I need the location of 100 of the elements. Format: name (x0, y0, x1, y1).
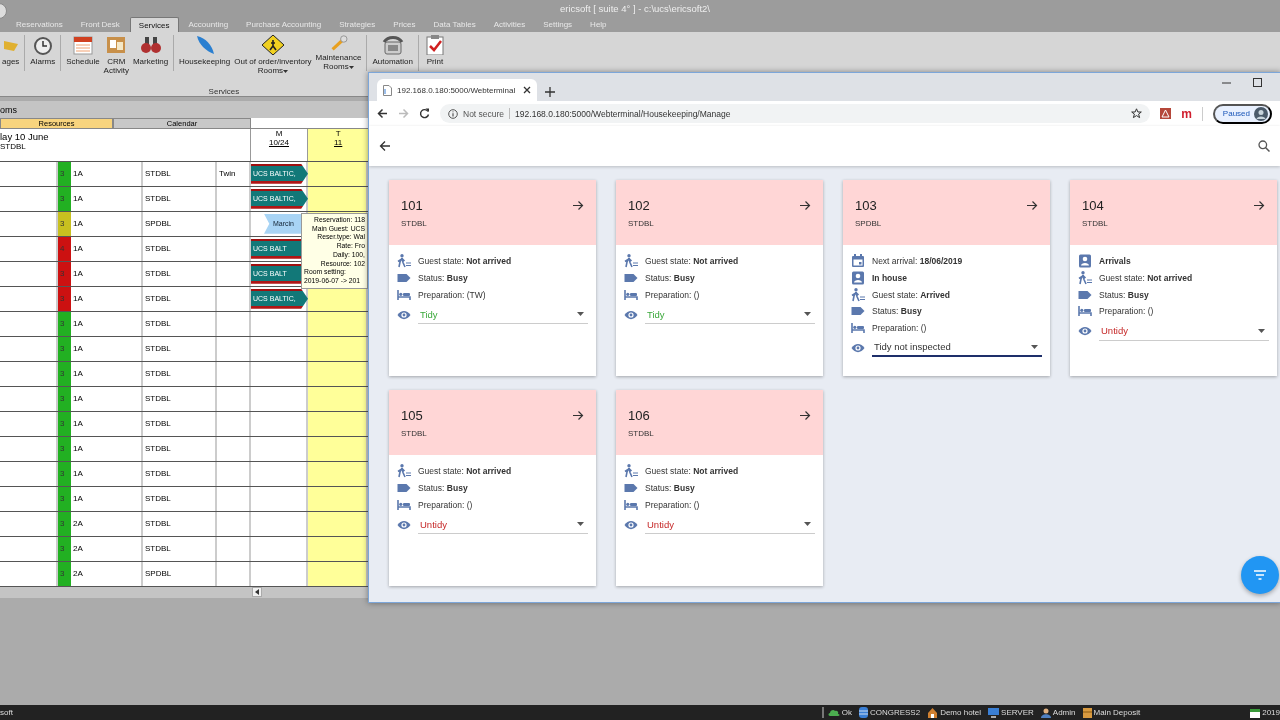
table-cell: 1A (73, 294, 83, 304)
date-heading: lay 10 June (0, 131, 50, 143)
card-text: Arrivals (1099, 256, 1131, 267)
table-cell: STDBL (145, 369, 171, 379)
table-cell: 1A (73, 244, 83, 254)
ribbon-button[interactable]: Automation (370, 35, 419, 71)
table-cell: 2A (73, 519, 83, 529)
date-text: 2019 (1262, 708, 1280, 717)
cleaning-dropdown[interactable]: Untidy (1099, 321, 1269, 341)
window-title: ericsoft [ suite 4° ] - c:\ucs\ericsoft2\ (559, 2, 710, 14)
table-cell: 1A (73, 269, 83, 279)
room-number: 104 (1082, 198, 1104, 213)
ribbon-button[interactable]: Out of order/inventory Rooms (232, 35, 314, 75)
room-number: 106 (628, 408, 650, 423)
table-cell: STDBL (145, 319, 171, 329)
status-item: Admin (1052, 708, 1076, 717)
room-number: 105 (401, 408, 423, 423)
card-text: Guest state: Not arrived (645, 466, 739, 477)
status-cell: 3 (58, 561, 71, 586)
table-cell: 1A (73, 169, 83, 179)
ribbon-button[interactable]: CRM Activity (101, 35, 131, 75)
table-cell: STDBL (145, 544, 171, 554)
table-cell: STDBL (145, 344, 171, 354)
card-text: Guest state: Not arrived (1099, 273, 1193, 284)
status-cell: 3 (58, 436, 71, 461)
status-item: Demo hotel (940, 708, 982, 717)
status-cell: 3 (58, 536, 71, 561)
profile-button[interactable]: Paused (1212, 103, 1272, 124)
room-type: STDBL (401, 429, 428, 438)
ribbon-button[interactable]: Maintenance Rooms (313, 35, 368, 71)
card-text: Guest state: Not arrived (418, 466, 512, 477)
card-text: Status: Busy (418, 483, 468, 494)
card-text: Preparation: () (645, 499, 700, 510)
cleaning-dropdown[interactable]: Untidy (645, 515, 815, 535)
ribbon-tab[interactable]: Services (129, 17, 179, 32)
table-cell: Twin (219, 169, 236, 179)
status-cell: 3 (58, 261, 71, 286)
panel-title: oms (0, 104, 17, 115)
group-label: Services (208, 86, 240, 96)
table-cell: STDBL (145, 419, 171, 429)
status-cell: 3 (58, 336, 71, 361)
ribbon-button[interactable]: Schedule (64, 35, 102, 66)
ribbon-button[interactable]: ages (0, 35, 26, 71)
card-text: In house (872, 273, 907, 284)
card-text: Guest state: Arrived (872, 289, 950, 300)
table-cell: 1A (73, 369, 83, 379)
address-bar[interactable]: Not secure 192.168.0.180:5000/Webterminal/Housekeeping/Manage (440, 104, 1151, 123)
card-text: Preparation: (TW) (418, 289, 486, 300)
table-cell: SPDBL (145, 569, 172, 579)
table-cell: 1A (73, 494, 83, 504)
table-cell: STDBL (145, 294, 171, 304)
room-type: STDBL (401, 219, 428, 228)
room-type-label: STDBL (0, 142, 27, 152)
status-cell: 4 (58, 236, 71, 261)
status-cell: 3 (58, 361, 71, 386)
day-header: T 11 (307, 129, 368, 161)
status-item: Ok (841, 708, 852, 717)
table-cell: 1A (73, 194, 83, 204)
status-cell: 3 (58, 461, 71, 486)
extension-logo[interactable]: m (1181, 107, 1192, 120)
table-cell: 1A (73, 469, 83, 479)
card-text: Preparation: () (418, 499, 473, 510)
ribbon-button[interactable]: Alarms (28, 35, 62, 71)
room-type: STDBL (628, 219, 655, 228)
table-cell: 2A (73, 544, 83, 554)
table-cell: 1A (73, 319, 83, 329)
table-cell: STDBL (145, 519, 171, 529)
status-cell: 3 (58, 161, 71, 186)
ribbon-button[interactable]: Marketing (130, 35, 175, 71)
card-text: Preparation: () (872, 323, 927, 334)
table-cell: STDBL (145, 169, 171, 179)
cleaning-dropdown[interactable]: Tidy (418, 305, 588, 325)
cleaning-dropdown[interactable]: Untidy (418, 515, 588, 535)
ribbon-button[interactable]: Print (421, 35, 448, 66)
status-cell: 3 (58, 311, 71, 336)
card-text: Next arrival: 18/06/2019 (872, 256, 963, 267)
table-cell: 1A (73, 444, 83, 454)
table-cell: 1A (73, 419, 83, 429)
room-type: STDBL (1082, 219, 1109, 228)
room-type: SPDBL (855, 219, 883, 228)
room-number: 102 (628, 198, 650, 213)
status-cell: 3 (58, 511, 71, 536)
browser-tab[interactable]: 192.168.0.180:5000/Webterminal (377, 79, 537, 101)
table-cell: SPDBL (145, 219, 172, 229)
room-number: 103 (855, 198, 877, 213)
status-item: SERVER (1001, 708, 1034, 717)
card-text: Preparation: () (645, 289, 700, 300)
table-cell: STDBL (145, 394, 171, 404)
ribbon-button[interactable]: Housekeeping (177, 35, 233, 66)
table-cell: 1A (73, 344, 83, 354)
card-text: Status: Busy (645, 483, 695, 494)
table-cell: STDBL (145, 494, 171, 504)
table-cell: STDBL (145, 244, 171, 254)
status-item: CONGRESS2 (869, 708, 921, 717)
card-text: Status: Busy (872, 306, 922, 317)
card-text: Status: Busy (645, 273, 695, 284)
table-cell: STDBL (145, 194, 171, 204)
cleaning-dropdown[interactable]: Tidy (645, 305, 815, 325)
table-cell: STDBL (145, 444, 171, 454)
cleaning-dropdown[interactable]: Tidy not inspected (872, 338, 1042, 358)
